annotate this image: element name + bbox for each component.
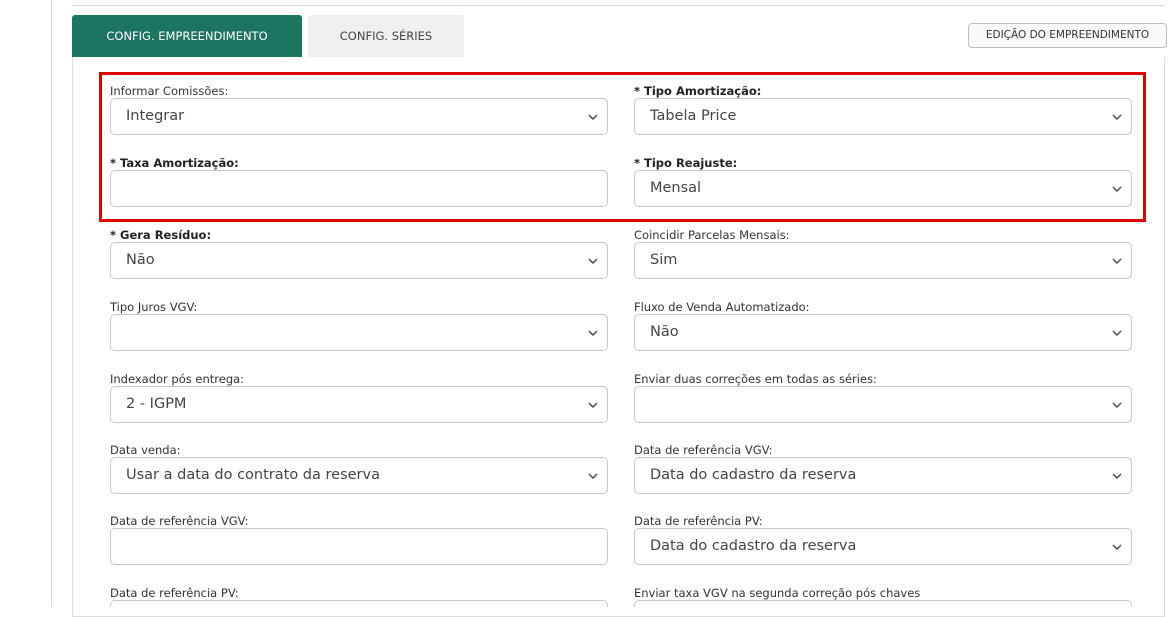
fluxo-venda-value: Não: [650, 324, 679, 340]
tab-config-empreendimento[interactable]: CONFIG. EMPREENDIMENTO: [72, 15, 302, 57]
taxa-amortizacao-input[interactable]: [110, 170, 608, 207]
informar-comissoes-select[interactable]: Integrar: [110, 98, 608, 135]
data-referencia-vgv-value: Data do cadastro da reserva: [650, 467, 857, 483]
data-referencia-pv-input[interactable]: [110, 600, 608, 607]
informar-comissoes-value: Integrar: [126, 108, 185, 124]
chevron-down-icon: [1112, 544, 1122, 550]
coincidir-parcelas-select[interactable]: Sim: [634, 242, 1132, 279]
left-divider: [51, 0, 52, 607]
indexador-pos-entrega-select[interactable]: 2 - IGPM: [110, 386, 608, 423]
chevron-down-icon: [1112, 258, 1122, 264]
chevron-down-icon: [1112, 402, 1122, 408]
data-referencia-vgv-select[interactable]: Data do cadastro da reserva: [634, 457, 1132, 494]
chevron-down-icon: [1112, 186, 1122, 192]
chevron-down-icon: [588, 258, 598, 264]
coincidir-parcelas-value: Sim: [650, 252, 678, 268]
fluxo-venda-label: Fluxo de Venda Automatizado:: [634, 300, 810, 314]
enviar-taxa-vgv-label: Enviar taxa VGV na segunda correção pós …: [634, 586, 921, 600]
tipo-juros-vgv-label: Tipo Juros VGV:: [110, 300, 198, 314]
chevron-down-icon: [588, 330, 598, 336]
tipo-amortizacao-value: Tabela Price: [650, 108, 737, 124]
coincidir-parcelas-label: Coincidir Parcelas Mensais:: [634, 228, 790, 242]
tipo-reajuste-label: * Tipo Reajuste:: [634, 156, 738, 170]
data-referencia-pv-label: Data de referência PV:: [634, 514, 763, 528]
chevron-down-icon: [588, 473, 598, 479]
data-referencia-pv-select[interactable]: Data do cadastro da reserva: [634, 528, 1132, 565]
enviar-duas-correcoes-label: Enviar duas correções em todas as séries…: [634, 372, 877, 386]
data-venda-value: Usar a data do contrato da reserva: [126, 467, 380, 483]
chevron-down-icon: [588, 114, 598, 120]
edicao-empreendimento-button[interactable]: EDIÇÃO DO EMPREENDIMENTO: [968, 23, 1167, 48]
tipo-juros-vgv-select[interactable]: [110, 314, 608, 351]
chevron-down-icon: [588, 402, 598, 408]
fluxo-venda-select[interactable]: Não: [634, 314, 1132, 351]
tipo-amortizacao-label: * Tipo Amortização:: [634, 84, 762, 98]
data-referencia-pv-value: Data do cadastro da reserva: [650, 538, 857, 554]
tipo-amortizacao-select[interactable]: Tabela Price: [634, 98, 1132, 135]
indexador-pos-entrega-label: Indexador pós entrega:: [110, 372, 245, 386]
tab-config-series[interactable]: CONFIG. SÉRIES: [308, 15, 464, 57]
tipo-reajuste-value: Mensal: [650, 180, 702, 196]
gera-residuo-label: * Gera Resíduo:: [110, 228, 212, 242]
tipo-reajuste-select[interactable]: Mensal: [634, 170, 1132, 207]
enviar-duas-correcoes-select[interactable]: [634, 386, 1132, 423]
data-venda-label: Data venda:: [110, 443, 181, 457]
taxa-amortizacao-label: * Taxa Amortização:: [110, 156, 239, 170]
data-venda-select[interactable]: Usar a data do contrato da reserva: [110, 457, 608, 494]
gera-residuo-select[interactable]: Não: [110, 242, 608, 279]
top-divider: [72, 5, 1165, 6]
chevron-down-icon: [1112, 114, 1122, 120]
data-referencia-vgv-input-label: Data de referência VGV:: [110, 514, 249, 528]
data-referencia-vgv-label: Data de referência VGV:: [634, 443, 773, 457]
enviar-taxa-vgv-select[interactable]: [634, 600, 1132, 607]
informar-comissoes-label: Informar Comissões:: [110, 84, 229, 98]
data-referencia-vgv-input[interactable]: [110, 528, 608, 565]
indexador-pos-entrega-value: 2 - IGPM: [126, 396, 187, 412]
gera-residuo-value: Não: [126, 252, 155, 268]
chevron-down-icon: [1112, 330, 1122, 336]
chevron-down-icon: [1112, 473, 1122, 479]
data-referencia-pv-input-label: Data de referência PV:: [110, 586, 239, 600]
